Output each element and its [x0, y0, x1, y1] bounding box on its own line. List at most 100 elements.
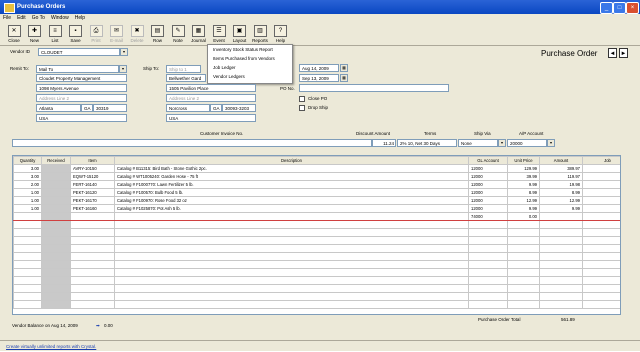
- cell-job[interactable]: [582, 300, 620, 309]
- customer-invoice-field[interactable]: [12, 139, 372, 147]
- menu-file[interactable]: File: [0, 14, 14, 23]
- cell-amount[interactable]: 12.99: [539, 196, 583, 205]
- cell-item[interactable]: AVRY-10150: [70, 164, 115, 173]
- column-header[interactable]: Item: [70, 156, 115, 165]
- save-button[interactable]: ▪ Save: [66, 24, 86, 44]
- table-row[interactable]: 1.00 PEKT-16160 Catalog # F1025870: Pot As…: [13, 204, 620, 213]
- cell-price[interactable]: 0.00: [507, 212, 540, 221]
- journal-button[interactable]: ▦ Journal: [189, 24, 209, 44]
- cell-price[interactable]: 8.99: [507, 188, 540, 197]
- cell-desc[interactable]: Catalog # F100570: Bulb Food 5 lb.: [114, 188, 469, 197]
- cell-desc[interactable]: [114, 300, 469, 309]
- cell-desc[interactable]: Catalog # F100970: Rose Food 32 oz: [114, 196, 469, 205]
- cell-rcv[interactable]: [41, 292, 71, 301]
- cell-price[interactable]: [507, 276, 540, 285]
- column-header[interactable]: GL Account: [468, 156, 508, 165]
- cell-desc[interactable]: [114, 260, 469, 269]
- cell-price[interactable]: [507, 252, 540, 261]
- note-button[interactable]: ✎ Note: [168, 24, 188, 44]
- cell-desc[interactable]: [114, 292, 469, 301]
- cell-desc[interactable]: Catalog # B11315: Bird Bath - Stone Goth…: [114, 164, 469, 173]
- cell-qty[interactable]: [13, 228, 42, 237]
- remit-to-type-select[interactable]: Mail To: [36, 65, 119, 73]
- cell-qty[interactable]: 1.00: [13, 196, 42, 205]
- cell-job[interactable]: [582, 228, 620, 237]
- cell-desc[interactable]: [114, 268, 469, 277]
- cell-job[interactable]: [582, 204, 620, 213]
- cell-desc[interactable]: [114, 228, 469, 237]
- cell-qty[interactable]: [13, 300, 42, 309]
- empty-row[interactable]: [13, 228, 620, 237]
- cell-gl[interactable]: 12000: [468, 188, 508, 197]
- drop-ship-checkbox[interactable]: [299, 105, 305, 111]
- cell-amount[interactable]: 389.97: [539, 164, 583, 173]
- ship-address2-field[interactable]: Address Line 2: [166, 94, 256, 102]
- cell-price[interactable]: 129.99: [507, 164, 540, 173]
- cell-amount[interactable]: [539, 228, 583, 237]
- ship-to-type-select[interactable]: Ship to 1: [166, 65, 201, 73]
- cell-job[interactable]: [582, 252, 620, 261]
- cell-rcv[interactable]: [41, 196, 71, 205]
- cell-gl[interactable]: [468, 292, 508, 301]
- menu-help[interactable]: Help: [72, 14, 88, 23]
- cell-item[interactable]: FERT-16140: [70, 180, 115, 189]
- empty-row[interactable]: [13, 260, 620, 269]
- cell-item[interactable]: PEKT-16170: [70, 196, 115, 205]
- cell-qty[interactable]: 1.00: [13, 204, 42, 213]
- empty-row[interactable]: [13, 292, 620, 301]
- layout-button[interactable]: ▣ Layout: [230, 24, 250, 44]
- empty-row[interactable]: [13, 276, 620, 285]
- cell-gl[interactable]: [468, 276, 508, 285]
- cell-amount[interactable]: [539, 252, 583, 261]
- date-calendar-button[interactable]: ▦: [340, 64, 348, 72]
- cell-gl[interactable]: 12000: [468, 172, 508, 181]
- cell-price[interactable]: [507, 284, 540, 293]
- empty-row[interactable]: [13, 244, 620, 253]
- cell-gl[interactable]: 74000: [468, 212, 508, 221]
- cell-item[interactable]: [70, 292, 115, 301]
- ship-country-field[interactable]: USA: [166, 114, 256, 122]
- cell-job[interactable]: [582, 276, 620, 285]
- ship-address1-field[interactable]: 1505 Pavilion Place: [166, 84, 256, 92]
- cell-item[interactable]: EQWT-15120: [70, 172, 115, 181]
- column-header[interactable]: Job: [582, 156, 620, 165]
- cell-job[interactable]: [582, 172, 620, 181]
- table-row[interactable]: 74000 0.00: [13, 212, 620, 221]
- cell-item[interactable]: [70, 212, 115, 221]
- cell-item[interactable]: [70, 244, 115, 253]
- menu-go-to[interactable]: Go To: [29, 14, 48, 23]
- reports-menu-item[interactable]: Items Purchased from Vendors: [208, 54, 292, 63]
- cell-gl[interactable]: 12000: [468, 180, 508, 189]
- ship-city-field[interactable]: Norcross: [166, 104, 210, 112]
- table-row[interactable]: 1.00 PEKT-16120 Catalog # F100570: Bulb Fo…: [13, 188, 620, 197]
- vendor-lookup-button[interactable]: ▾: [120, 48, 128, 56]
- cell-desc[interactable]: Catalog # F1000770: Lawn Fertilizer 5 lb…: [114, 180, 469, 189]
- cell-qty[interactable]: [13, 236, 42, 245]
- event-button[interactable]: ☰ Event: [209, 24, 229, 44]
- cell-qty[interactable]: [13, 244, 42, 253]
- date-field[interactable]: Aug 14, 2009: [299, 64, 339, 72]
- list-button[interactable]: ≡ List: [45, 24, 65, 44]
- reports-button[interactable]: ▥ Reports: [250, 24, 270, 44]
- good-thru-calendar-button[interactable]: ▦: [340, 74, 348, 82]
- table-row[interactable]: 1.00 PEKT-16170 Catalog # F100970: Rose Fo…: [13, 196, 620, 205]
- cell-rcv[interactable]: [41, 268, 71, 277]
- remit-zip-field[interactable]: 30319: [93, 104, 127, 112]
- cell-item[interactable]: [70, 228, 115, 237]
- remit-name-field[interactable]: Cloudet Property Management: [36, 74, 127, 82]
- discount-amount-field[interactable]: 11.24: [372, 139, 396, 147]
- remit-state-field[interactable]: GA: [81, 104, 93, 112]
- empty-row[interactable]: [13, 284, 620, 293]
- cell-amount[interactable]: [539, 284, 583, 293]
- cell-qty[interactable]: [13, 260, 42, 269]
- ship-zip-field[interactable]: 30093-3203: [222, 104, 256, 112]
- cell-price[interactable]: 9.99: [507, 180, 540, 189]
- cell-job[interactable]: [582, 268, 620, 277]
- cell-qty[interactable]: [13, 220, 42, 229]
- cell-amount[interactable]: [539, 300, 583, 309]
- reports-menu-item[interactable]: Vendor Ledgers: [208, 72, 292, 81]
- cell-rcv[interactable]: [41, 172, 71, 181]
- cell-qty[interactable]: 3.00: [13, 172, 42, 181]
- cell-desc[interactable]: [114, 212, 469, 221]
- new-button[interactable]: ✚ New: [25, 24, 45, 44]
